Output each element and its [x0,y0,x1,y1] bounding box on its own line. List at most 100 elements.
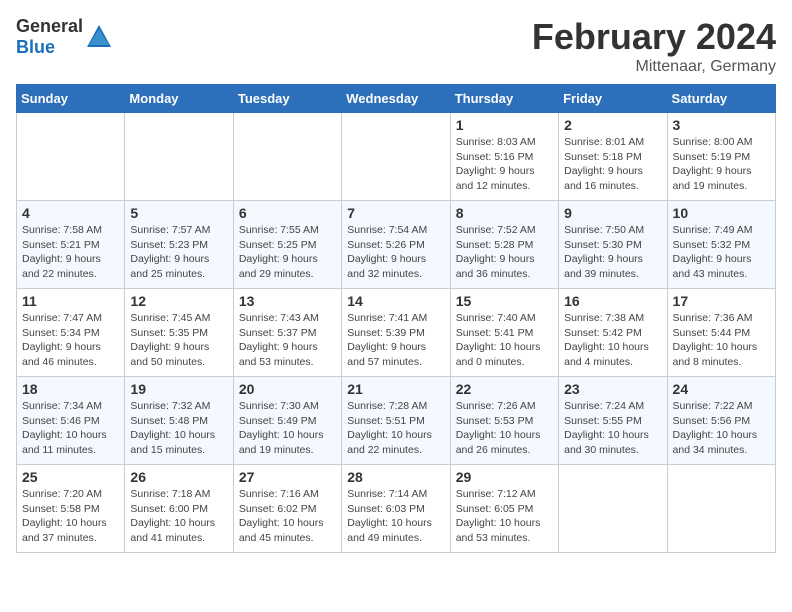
day-number: 21 [347,381,444,397]
day-number: 1 [456,117,553,133]
table-row [667,465,775,553]
day-info: Sunrise: 7:57 AM Sunset: 5:23 PM Dayligh… [130,223,227,282]
table-row: 12 Sunrise: 7:45 AM Sunset: 5:35 PM Dayli… [125,289,233,377]
day-info: Sunrise: 7:47 AM Sunset: 5:34 PM Dayligh… [22,311,119,370]
day-number: 17 [673,293,770,309]
day-info: Sunrise: 7:12 AM Sunset: 6:05 PM Dayligh… [456,487,553,546]
table-row: 13 Sunrise: 7:43 AM Sunset: 5:37 PM Dayli… [233,289,341,377]
calendar-table: Sunday Monday Tuesday Wednesday Thursday… [16,84,776,553]
day-info: Sunrise: 8:03 AM Sunset: 5:16 PM Dayligh… [456,135,553,194]
calendar-week-row: 18 Sunrise: 7:34 AM Sunset: 5:46 PM Dayli… [17,377,776,465]
day-number: 28 [347,469,444,485]
day-number: 20 [239,381,336,397]
table-row: 21 Sunrise: 7:28 AM Sunset: 5:51 PM Dayli… [342,377,450,465]
calendar-week-row: 4Sunrise: 7:58 AM Sunset: 5:21 PM Daylig… [17,201,776,289]
day-info: Sunrise: 7:54 AM Sunset: 5:26 PM Dayligh… [347,223,444,282]
day-info: Sunrise: 7:41 AM Sunset: 5:39 PM Dayligh… [347,311,444,370]
day-number: 24 [673,381,770,397]
table-row: 24 Sunrise: 7:22 AM Sunset: 5:56 PM Dayli… [667,377,775,465]
table-row: 19 Sunrise: 7:32 AM Sunset: 5:48 PM Dayli… [125,377,233,465]
day-number: 11 [22,293,119,309]
table-row [125,113,233,201]
day-info: Sunrise: 7:43 AM Sunset: 5:37 PM Dayligh… [239,311,336,370]
day-number: 26 [130,469,227,485]
table-row: 28 Sunrise: 7:14 AM Sunset: 6:03 PM Dayli… [342,465,450,553]
table-row: 7 Sunrise: 7:54 AM Sunset: 5:26 PM Daylig… [342,201,450,289]
day-number: 25 [22,469,119,485]
location-title: Mittenaar, Germany [532,58,776,76]
day-info: Sunrise: 7:30 AM Sunset: 5:49 PM Dayligh… [239,399,336,458]
table-row: 1 Sunrise: 8:03 AM Sunset: 5:16 PM Daylig… [450,113,558,201]
table-row [233,113,341,201]
logo-blue: Blue [16,37,55,57]
day-number: 29 [456,469,553,485]
table-row: 22 Sunrise: 7:26 AM Sunset: 5:53 PM Dayli… [450,377,558,465]
day-info: Sunrise: 7:26 AM Sunset: 5:53 PM Dayligh… [456,399,553,458]
day-info: Sunrise: 7:20 AM Sunset: 5:58 PM Dayligh… [22,487,119,546]
day-info: Sunrise: 7:22 AM Sunset: 5:56 PM Dayligh… [673,399,770,458]
day-number: 8 [456,205,553,221]
title-area: February 2024 Mittenaar, Germany [532,16,776,76]
day-info: Sunrise: 7:34 AM Sunset: 5:46 PM Dayligh… [22,399,119,458]
table-row: 6 Sunrise: 7:55 AM Sunset: 5:25 PM Daylig… [233,201,341,289]
day-number: 2 [564,117,661,133]
day-info: Sunrise: 7:28 AM Sunset: 5:51 PM Dayligh… [347,399,444,458]
logo-text: General Blue [16,16,83,58]
table-row [17,113,125,201]
logo-general: General [16,16,83,36]
col-wednesday: Wednesday [342,85,450,113]
day-number: 16 [564,293,661,309]
day-number: 27 [239,469,336,485]
day-number: 18 [22,381,119,397]
day-info: Sunrise: 7:40 AM Sunset: 5:41 PM Dayligh… [456,311,553,370]
day-info: Sunrise: 8:01 AM Sunset: 5:18 PM Dayligh… [564,135,661,194]
logo-icon [85,23,113,51]
col-thursday: Thursday [450,85,558,113]
calendar-week-row: 25 Sunrise: 7:20 AM Sunset: 5:58 PM Dayli… [17,465,776,553]
day-info: Sunrise: 7:32 AM Sunset: 5:48 PM Dayligh… [130,399,227,458]
calendar-header-row: Sunday Monday Tuesday Wednesday Thursday… [17,85,776,113]
table-row: 29 Sunrise: 7:12 AM Sunset: 6:05 PM Dayli… [450,465,558,553]
table-row: 27 Sunrise: 7:16 AM Sunset: 6:02 PM Dayli… [233,465,341,553]
day-info: Sunrise: 7:52 AM Sunset: 5:28 PM Dayligh… [456,223,553,282]
day-number: 13 [239,293,336,309]
col-monday: Monday [125,85,233,113]
day-info: Sunrise: 7:24 AM Sunset: 5:55 PM Dayligh… [564,399,661,458]
day-number: 12 [130,293,227,309]
day-number: 15 [456,293,553,309]
table-row: 25 Sunrise: 7:20 AM Sunset: 5:58 PM Dayli… [17,465,125,553]
day-number: 3 [673,117,770,133]
table-row: 8 Sunrise: 7:52 AM Sunset: 5:28 PM Daylig… [450,201,558,289]
table-row: 2 Sunrise: 8:01 AM Sunset: 5:18 PM Daylig… [559,113,667,201]
day-number: 19 [130,381,227,397]
day-number: 4 [22,205,119,221]
day-info: Sunrise: 7:14 AM Sunset: 6:03 PM Dayligh… [347,487,444,546]
day-info: Sunrise: 7:36 AM Sunset: 5:44 PM Dayligh… [673,311,770,370]
table-row: 26 Sunrise: 7:18 AM Sunset: 6:00 PM Dayli… [125,465,233,553]
day-info: Sunrise: 7:55 AM Sunset: 5:25 PM Dayligh… [239,223,336,282]
day-info: Sunrise: 7:38 AM Sunset: 5:42 PM Dayligh… [564,311,661,370]
day-info: Sunrise: 7:45 AM Sunset: 5:35 PM Dayligh… [130,311,227,370]
table-row: 15 Sunrise: 7:40 AM Sunset: 5:41 PM Dayli… [450,289,558,377]
table-row: 5Sunrise: 7:57 AM Sunset: 5:23 PM Daylig… [125,201,233,289]
day-info: Sunrise: 8:00 AM Sunset: 5:19 PM Dayligh… [673,135,770,194]
day-number: 23 [564,381,661,397]
month-title: February 2024 [532,16,776,58]
col-sunday: Sunday [17,85,125,113]
day-number: 7 [347,205,444,221]
col-saturday: Saturday [667,85,775,113]
day-info: Sunrise: 7:16 AM Sunset: 6:02 PM Dayligh… [239,487,336,546]
table-row: 4Sunrise: 7:58 AM Sunset: 5:21 PM Daylig… [17,201,125,289]
day-number: 22 [456,381,553,397]
day-number: 9 [564,205,661,221]
table-row [559,465,667,553]
logo: General Blue [16,16,113,58]
col-friday: Friday [559,85,667,113]
table-row: 14Sunrise: 7:41 AM Sunset: 5:39 PM Dayli… [342,289,450,377]
table-row: 23 Sunrise: 7:24 AM Sunset: 5:55 PM Dayli… [559,377,667,465]
page-header: General Blue February 2024 Mittenaar, Ge… [16,16,776,76]
day-info: Sunrise: 7:50 AM Sunset: 5:30 PM Dayligh… [564,223,661,282]
day-number: 6 [239,205,336,221]
day-info: Sunrise: 7:18 AM Sunset: 6:00 PM Dayligh… [130,487,227,546]
day-number: 10 [673,205,770,221]
